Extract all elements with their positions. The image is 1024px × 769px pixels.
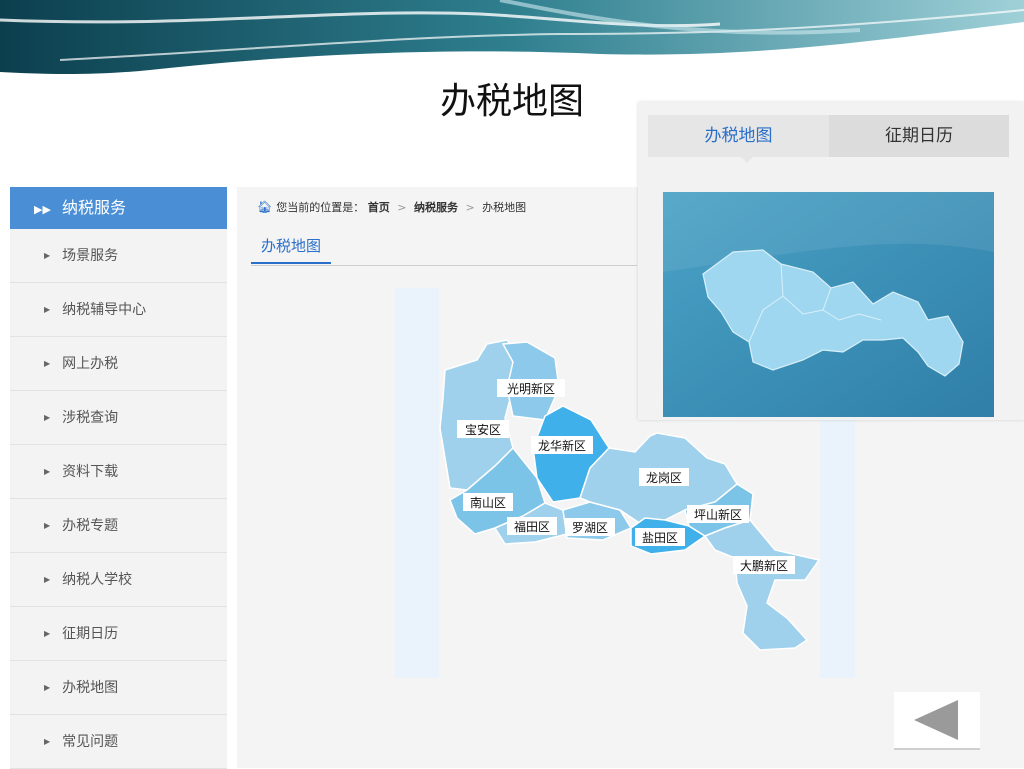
district-label-pingshan: 坪山新区 bbox=[687, 505, 749, 523]
sidebar-header-label: 纳税服务 bbox=[62, 198, 127, 217]
sidebar-item-faq[interactable]: ▶ 常见问题 bbox=[10, 715, 227, 769]
breadcrumb-separator: > bbox=[465, 201, 475, 214]
triangle-right-icon: ▶ bbox=[44, 305, 51, 314]
sidebar-item-online-tax[interactable]: ▶ 网上办税 bbox=[10, 337, 227, 391]
map-preview-panel: 办税地图 征期日历 bbox=[638, 102, 1024, 420]
svg-text:大鹏新区: 大鹏新区 bbox=[740, 558, 788, 573]
sidebar-item-scene-service[interactable]: ▶ 场景服务 bbox=[10, 229, 227, 283]
triangle-right-icon: ▶ bbox=[44, 467, 51, 476]
svg-text:龙华新区: 龙华新区 bbox=[538, 438, 586, 453]
svg-text:南山区: 南山区 bbox=[470, 495, 506, 510]
page-tab-tax-map[interactable]: 办税地图 bbox=[251, 235, 332, 264]
triangle-right-icon: ▶ bbox=[44, 413, 51, 422]
home-icon: 🏠︎ bbox=[257, 200, 273, 214]
decorative-banner bbox=[0, 0, 1024, 74]
sidebar-item-label: 资料下载 bbox=[62, 464, 119, 480]
svg-text:坪山新区: 坪山新区 bbox=[694, 507, 742, 522]
district-label-longgang: 龙岗区 bbox=[639, 468, 689, 486]
sidebar-item-label: 办税地图 bbox=[62, 680, 119, 696]
district-label-nanshan: 南山区 bbox=[463, 493, 513, 511]
breadcrumb: 🏠︎ 您当前的位置是： 首页 > 纳税服务 > 办税地图 bbox=[257, 199, 526, 215]
sidebar-item-tax-topics[interactable]: ▶ 办税专题 bbox=[10, 499, 227, 553]
triangle-right-icon: ▶ bbox=[44, 575, 51, 584]
district-label-dapeng: 大鹏新区 bbox=[733, 556, 795, 574]
district-dapeng[interactable] bbox=[703, 519, 821, 651]
district-label-baoan: 宝安区 bbox=[457, 420, 509, 438]
sidebar-item-tax-map[interactable]: ▶ 办税地图 bbox=[10, 661, 227, 715]
triangle-right-icon: ▶ bbox=[44, 683, 51, 692]
sidebar-item-tax-query[interactable]: ▶ 涉税查询 bbox=[10, 391, 227, 445]
sidebar: ▶▶ 纳税服务 ▶ 场景服务 ▶ 纳税辅导中心 ▶ 网上办税 ▶ 涉税查询 ▶ 资料下载 … bbox=[10, 187, 227, 769]
breadcrumb-level2: 办税地图 bbox=[482, 201, 527, 214]
sidebar-item-label: 场景服务 bbox=[62, 248, 119, 264]
sidebar-item-downloads[interactable]: ▶ 资料下载 bbox=[10, 445, 227, 499]
triangle-right-icon: ▶ bbox=[44, 737, 51, 746]
district-label-yantian: 盐田区 bbox=[635, 528, 685, 546]
svg-text:光明新区: 光明新区 bbox=[507, 381, 555, 396]
tab-divider bbox=[251, 265, 637, 266]
sidebar-item-taxpayer-school[interactable]: ▶ 纳税人学校 bbox=[10, 553, 227, 607]
svg-text:盐田区: 盐田区 bbox=[642, 531, 678, 545]
sidebar-item-tax-calendar[interactable]: ▶ 征期日历 bbox=[10, 607, 227, 661]
svg-text:福田区: 福田区 bbox=[514, 519, 550, 534]
sidebar-item-label: 网上办税 bbox=[62, 356, 119, 372]
breadcrumb-separator: > bbox=[397, 201, 407, 214]
svg-text:罗湖区: 罗湖区 bbox=[572, 520, 608, 535]
sidebar-item-label: 纳税辅导中心 bbox=[62, 302, 147, 318]
active-tab-pointer bbox=[741, 157, 753, 163]
map-thumbnail[interactable] bbox=[663, 192, 994, 417]
tab-tax-calendar[interactable]: 征期日历 bbox=[829, 115, 1009, 157]
tab-tax-map[interactable]: 办税地图 bbox=[648, 115, 829, 157]
sidebar-item-guidance-center[interactable]: ▶ 纳税辅导中心 bbox=[10, 283, 227, 337]
sidebar-item-label: 常见问题 bbox=[62, 734, 119, 750]
triangle-right-icon: ▶ bbox=[44, 359, 51, 368]
back-button[interactable] bbox=[894, 692, 980, 750]
sidebar-item-label: 纳税人学校 bbox=[62, 572, 133, 588]
district-label-futian: 福田区 bbox=[507, 517, 557, 535]
breadcrumb-prefix: 您当前的位置是： bbox=[276, 201, 365, 214]
double-arrow-icon: ▶▶ bbox=[34, 203, 51, 216]
triangle-right-icon: ▶ bbox=[44, 251, 51, 260]
district-label-longhua: 龙华新区 bbox=[531, 436, 593, 454]
sidebar-item-label: 办税专题 bbox=[62, 518, 119, 534]
triangle-left-icon bbox=[914, 700, 958, 740]
triangle-right-icon: ▶ bbox=[44, 521, 51, 530]
sidebar-item-label: 涉税查询 bbox=[62, 410, 119, 426]
svg-text:宝安区: 宝安区 bbox=[465, 422, 501, 437]
district-label-guangming: 光明新区 bbox=[497, 379, 565, 397]
svg-text:龙岗区: 龙岗区 bbox=[646, 471, 682, 485]
triangle-right-icon: ▶ bbox=[44, 629, 51, 638]
breadcrumb-level1[interactable]: 纳税服务 bbox=[414, 201, 458, 214]
district-label-luohu: 罗湖区 bbox=[565, 518, 615, 536]
breadcrumb-home[interactable]: 首页 bbox=[368, 201, 390, 214]
sidebar-item-label: 征期日历 bbox=[62, 626, 119, 642]
sidebar-header[interactable]: ▶▶ 纳税服务 bbox=[10, 187, 227, 229]
